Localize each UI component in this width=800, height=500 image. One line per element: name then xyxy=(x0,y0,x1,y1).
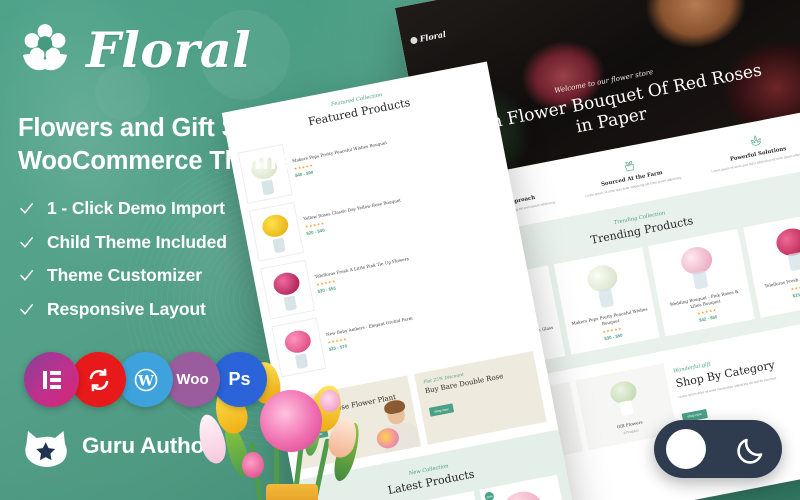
product-image xyxy=(653,235,743,298)
product-rating: ★★★★★ xyxy=(315,278,337,288)
product-image xyxy=(558,254,648,317)
product-card[interactable]: Makers Pops Pretty Peaceful Wishes Bouqu… xyxy=(553,247,660,355)
technology-badge-row: W Woo Ps xyxy=(24,352,267,407)
service-col-2: Sourced At the Farm Lorem ipsum sit amet… xyxy=(568,147,695,202)
brand-name: Floral xyxy=(86,20,252,79)
circle-icon[interactable] xyxy=(666,429,706,469)
headline-line-1: Flowers and Gift Store xyxy=(18,114,286,142)
feature-list: 1 - Click Demo Import Child Theme Includ… xyxy=(18,192,318,326)
photoshop-badge: Ps xyxy=(212,352,267,407)
feature-item-child-theme: Child Theme Included xyxy=(18,226,318,260)
product-card[interactable]: Telefloras Fresh And Up Flowers ★★★★★ $2… xyxy=(742,210,800,318)
check-icon xyxy=(18,267,35,284)
promo-banner-2[interactable]: Flat 25% Discount Buy Bare Double Rose s… xyxy=(413,350,547,445)
product-card[interactable]: Wedding Bouquet - Pink Roses & Lilies Bo… xyxy=(647,228,755,337)
feature-item-responsive-layout: Responsive Layout xyxy=(18,293,318,327)
check-icon xyxy=(18,301,35,318)
flower-icon xyxy=(18,22,72,78)
feature-label: 1 - Click Demo Import xyxy=(47,198,225,219)
mockup-logo-text: Floral xyxy=(418,28,447,44)
dark-mode-toggle[interactable] xyxy=(654,420,782,478)
revolution-slider-badge xyxy=(71,352,126,407)
elementor-badge xyxy=(24,352,79,407)
feature-item-demo-import: 1 - Click Demo Import xyxy=(18,192,318,226)
headline-line-2: WooCommerce Theme xyxy=(18,146,291,175)
service-col-3: Powerful Solutions Lorem ipsum sit amet … xyxy=(694,122,800,177)
check-icon xyxy=(18,200,35,217)
plant-pot-icon xyxy=(621,157,637,173)
check-icon xyxy=(18,234,35,251)
cat-star-icon xyxy=(22,425,69,467)
product-image xyxy=(748,217,800,280)
product-image xyxy=(484,481,565,500)
mockup-logo[interactable]: Floral xyxy=(409,28,447,46)
promo-banner: HOME SHOP CATEGORIESNEW PRODUCTSHOT PORT… xyxy=(0,0,800,500)
svg-text:W: W xyxy=(137,373,154,389)
feature-item-theme-customizer: Theme Customizer xyxy=(18,259,318,293)
woocommerce-badge: Woo xyxy=(165,352,220,407)
page-title: Flowers and Gift Store WooCommerce Theme xyxy=(18,112,318,178)
lotus-icon xyxy=(747,132,763,148)
promo-model-photo xyxy=(360,394,421,456)
brand-lockup: Floral xyxy=(18,22,251,78)
guru-author-badge: Guru Author xyxy=(22,425,213,467)
product-rating: ★★★★★ xyxy=(327,336,348,346)
product-rating: ★★★★★ xyxy=(304,220,326,230)
promo-shop-now-button[interactable]: shop now xyxy=(428,403,455,418)
feature-label: Child Theme Included xyxy=(47,231,227,252)
wordpress-badge: W xyxy=(118,352,173,407)
feature-label: Responsive Layout xyxy=(47,298,206,319)
feature-label: Theme Customizer xyxy=(47,265,202,286)
promo-left-panel: Floral Flowers and Gift Store WooCommerc… xyxy=(0,0,330,500)
product-card[interactable]: -20% 104 05 46 42 Wonderful Pink Mixed I… xyxy=(479,474,577,500)
moon-icon[interactable] xyxy=(734,431,770,467)
flower-icon xyxy=(409,35,418,45)
guru-author-label: Guru Author xyxy=(82,433,213,458)
